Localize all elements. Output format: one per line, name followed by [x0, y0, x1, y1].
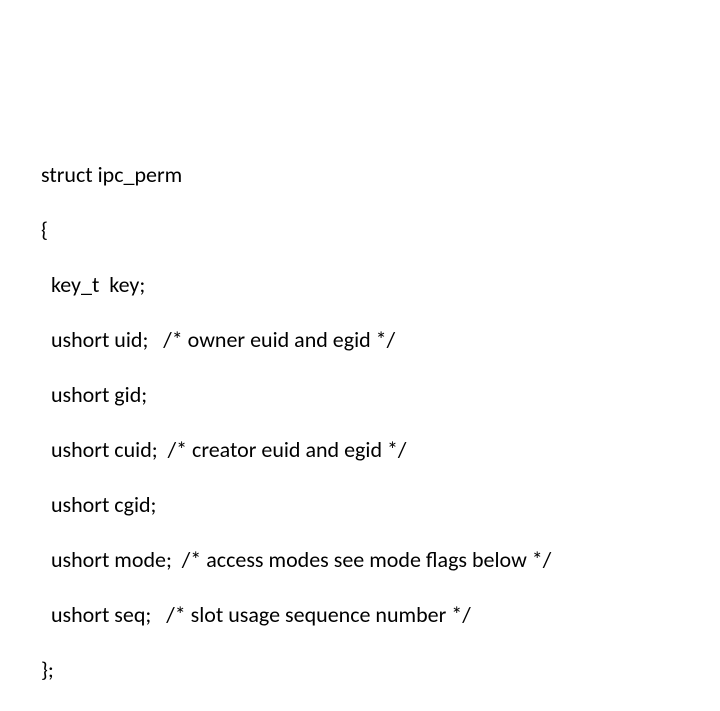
code-line: struct ipc_perm	[41, 161, 720, 189]
code-line: key_t key;	[41, 271, 720, 299]
code-line: };	[41, 656, 720, 684]
code-line: ushort cgid;	[41, 491, 720, 519]
code-line: ushort gid;	[41, 381, 720, 409]
code-line: ushort uid; /* owner euid and egid */	[41, 326, 720, 354]
code-block: struct ipc_perm { key_t key; ushort uid;…	[41, 133, 720, 711]
code-line: {	[41, 216, 720, 244]
code-line: ushort mode; /* access modes see mode fl…	[41, 546, 720, 574]
code-line: ushort cuid; /* creator euid and egid */	[41, 436, 720, 464]
code-line: ushort seq; /* slot usage sequence numbe…	[41, 601, 720, 629]
